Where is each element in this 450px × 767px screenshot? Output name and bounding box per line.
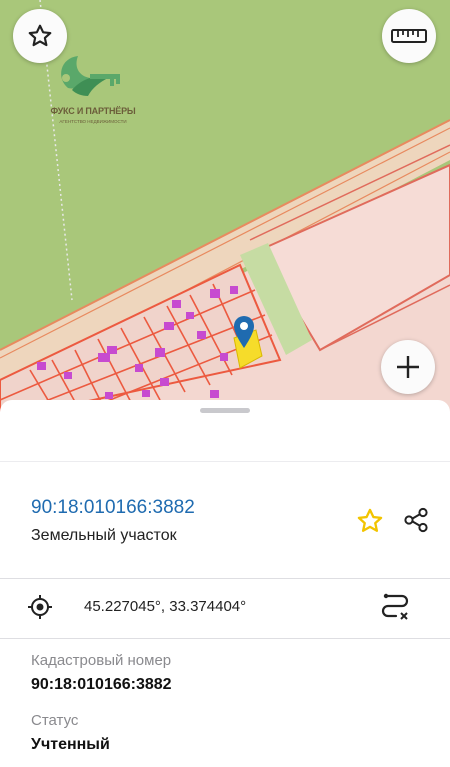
route-icon [381, 593, 409, 620]
location-target-icon [28, 595, 52, 619]
coordinates[interactable]: 45.227045°, 33.374404° [84, 598, 246, 615]
ruler-button[interactable] [382, 9, 436, 63]
favorite-button[interactable] [354, 505, 386, 537]
object-info-sheet: 90:18:010166:3882 Земельный участок 45.2… [0, 400, 450, 767]
object-type: Земельный участок [31, 527, 177, 544]
star-outline-icon [28, 24, 52, 47]
sheet-drag-handle[interactable] [200, 408, 250, 413]
zoom-in-button[interactable] [381, 340, 435, 394]
share-icon [404, 507, 428, 533]
map-view[interactable]: ФУКС И ПАРТНЁРЫ АГЕНТСТВО НЕДВИЖИМОСТИ [0, 0, 450, 420]
star-icon [357, 508, 383, 532]
field-label-cadastral-number: Кадастровый номер [31, 652, 172, 669]
divider [0, 578, 450, 579]
agency-logo: ФУКС И ПАРТНЁРЫ АГЕНТСТВО НЕДВИЖИМОСТИ [38, 48, 148, 133]
locate-button[interactable] [26, 593, 54, 621]
cadastral-number-link[interactable]: 90:18:010166:3882 [31, 497, 195, 519]
logo-tagline: АГЕНТСТВО НЕДВИЖИМОСТИ [59, 119, 127, 124]
logo-name: ФУКС И ПАРТНЁРЫ [50, 106, 136, 116]
plus-icon [397, 356, 419, 378]
divider [0, 461, 450, 462]
field-value-status: Учтенный [31, 736, 110, 753]
field-label-status: Статус [31, 712, 79, 729]
favorite-map-button[interactable] [13, 9, 67, 63]
field-value-cadastral-number: 90:18:010166:3882 [31, 676, 172, 693]
route-button[interactable] [378, 590, 412, 624]
share-button[interactable] [400, 504, 432, 536]
ruler-icon [391, 29, 427, 43]
divider [0, 638, 450, 639]
